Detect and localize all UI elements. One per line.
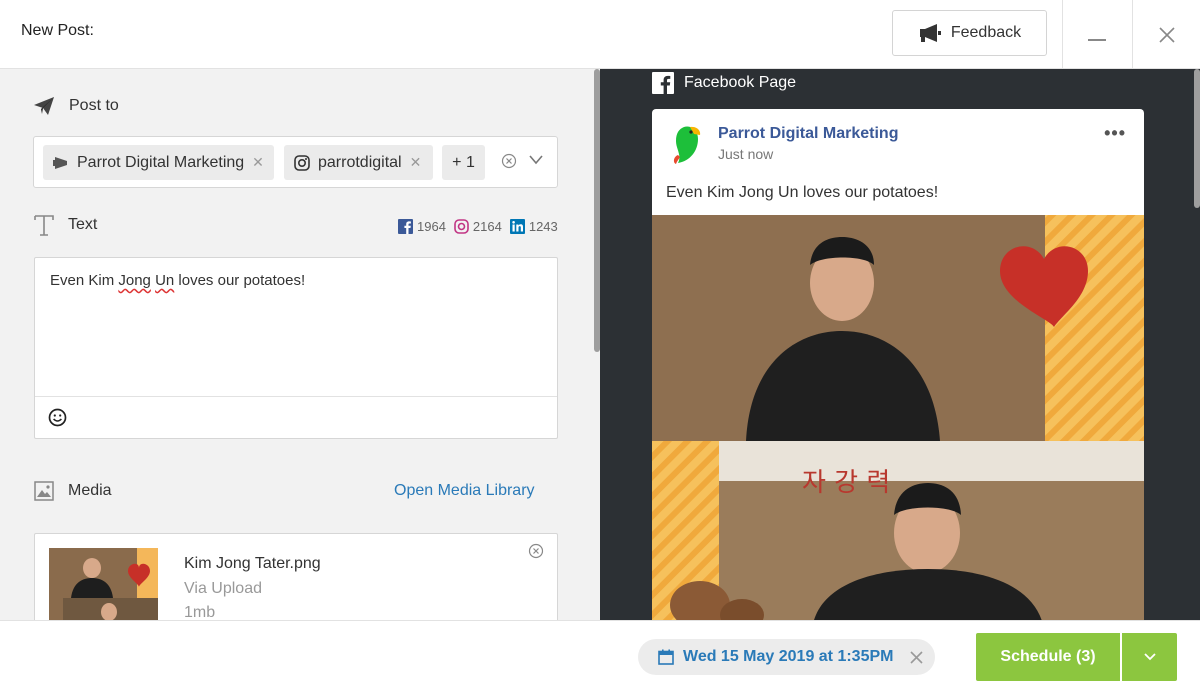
preview-scrollbar-thumb[interactable] bbox=[1194, 69, 1200, 208]
recipients-field[interactable]: Parrot Digital Marketing ✕ parrotdigital… bbox=[33, 136, 558, 188]
feedback-button[interactable]: Feedback bbox=[892, 10, 1047, 56]
close-icon bbox=[1159, 26, 1175, 43]
media-label: Media bbox=[68, 482, 112, 499]
more-options-icon[interactable]: ••• bbox=[1104, 123, 1126, 144]
media-section: Media bbox=[34, 481, 112, 501]
remove-media-icon[interactable] bbox=[528, 543, 544, 559]
recipient-label: Parrot Digital Marketing bbox=[77, 153, 245, 171]
instagram-icon bbox=[454, 219, 469, 234]
minimize-icon bbox=[1088, 38, 1106, 41]
preview-post-image: 자 강 력 bbox=[652, 215, 1144, 620]
facebook-post-preview: Parrot Digital Marketing Just now ••• Ev… bbox=[652, 109, 1144, 620]
text-icon bbox=[34, 215, 54, 236]
textarea-divider bbox=[35, 396, 557, 397]
schedule-date-picker[interactable]: Wed 15 May 2019 at 1:35PM bbox=[638, 639, 935, 675]
schedule-date-text: Wed 15 May 2019 at 1:35PM bbox=[683, 648, 894, 665]
minimize-button[interactable] bbox=[1063, 0, 1131, 69]
header: New Post: Feedback bbox=[0, 0, 1200, 69]
svg-text:자 강 력: 자 강 력 bbox=[802, 468, 890, 498]
clear-recipients-icon[interactable] bbox=[501, 153, 517, 169]
composer-panel: Post to Parrot Digital Marketing ✕ parro… bbox=[0, 69, 600, 620]
character-counts: 1964 2164 1243 bbox=[398, 219, 558, 234]
calendar-icon bbox=[658, 649, 674, 665]
text-section: Text bbox=[34, 214, 97, 236]
feedback-label: Feedback bbox=[950, 24, 1022, 41]
linkedin-icon bbox=[509, 219, 525, 234]
post-to-label: Post to bbox=[69, 97, 119, 114]
emoji-icon[interactable] bbox=[48, 408, 67, 427]
media-file-size: 1mb bbox=[184, 604, 216, 620]
page-title: New Post: bbox=[21, 22, 94, 39]
post-text[interactable]: Even Kim Jong Un loves our potatoes! bbox=[50, 272, 305, 289]
chevron-down-icon bbox=[1143, 653, 1156, 661]
more-recipients-chip[interactable]: + 1 bbox=[442, 145, 485, 180]
chevron-down-icon[interactable] bbox=[529, 155, 543, 165]
send-icon bbox=[34, 97, 54, 115]
instagram-icon bbox=[294, 154, 310, 171]
post-to-section: Post to bbox=[33, 96, 119, 116]
remove-recipient-icon[interactable]: ✕ bbox=[252, 154, 264, 171]
image-icon bbox=[34, 481, 54, 501]
facebook-icon bbox=[652, 72, 674, 94]
preview-panel: Facebook Page Parrot Digital Marketing J… bbox=[600, 69, 1200, 620]
recipient-label: parrotdigital bbox=[318, 153, 402, 171]
clear-date-icon[interactable] bbox=[910, 651, 923, 664]
megaphone-icon bbox=[919, 24, 941, 42]
recipient-chip: parrotdigital ✕ bbox=[284, 145, 433, 180]
preview-network-header: Facebook Page bbox=[652, 72, 796, 94]
recipient-chip: Parrot Digital Marketing ✕ bbox=[43, 145, 274, 180]
close-button[interactable] bbox=[1133, 0, 1200, 69]
megaphone-icon bbox=[53, 156, 67, 169]
facebook-icon bbox=[398, 219, 413, 234]
preview-timestamp: Just now bbox=[718, 146, 774, 162]
facebook-char-count: 1964 bbox=[417, 219, 446, 234]
media-source: Via Upload bbox=[184, 580, 262, 597]
preview-page-name[interactable]: Parrot Digital Marketing bbox=[718, 125, 898, 143]
media-thumbnail[interactable] bbox=[49, 548, 158, 620]
remove-recipient-icon[interactable]: ✕ bbox=[410, 154, 422, 171]
schedule-options-button[interactable] bbox=[1122, 633, 1177, 681]
preview-network-label: Facebook Page bbox=[684, 74, 797, 91]
text-label: Text bbox=[68, 216, 98, 233]
post-text-segment: loves our potatoes! bbox=[174, 272, 306, 289]
schedule-button[interactable]: Schedule (3) bbox=[976, 633, 1120, 681]
footer: Wed 15 May 2019 at 1:35PM Schedule (3) bbox=[0, 620, 1200, 689]
misspelled-word: Jong bbox=[118, 272, 151, 289]
instagram-char-count: 2164 bbox=[472, 219, 502, 234]
open-media-library-link[interactable]: Open Media Library bbox=[394, 482, 535, 500]
parrot-logo-icon bbox=[673, 126, 701, 164]
media-file-name: Kim Jong Tater.png bbox=[184, 555, 321, 572]
preview-post-text: Even Kim Jong Un loves our potatoes! bbox=[666, 184, 939, 201]
media-item-card: Kim Jong Tater.png Via Upload 1mb bbox=[34, 533, 558, 620]
linkedin-char-count: 1243 bbox=[528, 219, 558, 234]
post-text-segment: Even Kim bbox=[50, 272, 119, 289]
more-recipients-count: + 1 bbox=[452, 153, 475, 171]
post-text-area[interactable]: Even Kim Jong Un loves our potatoes! bbox=[34, 257, 558, 439]
misspelled-word: Un bbox=[155, 272, 175, 289]
